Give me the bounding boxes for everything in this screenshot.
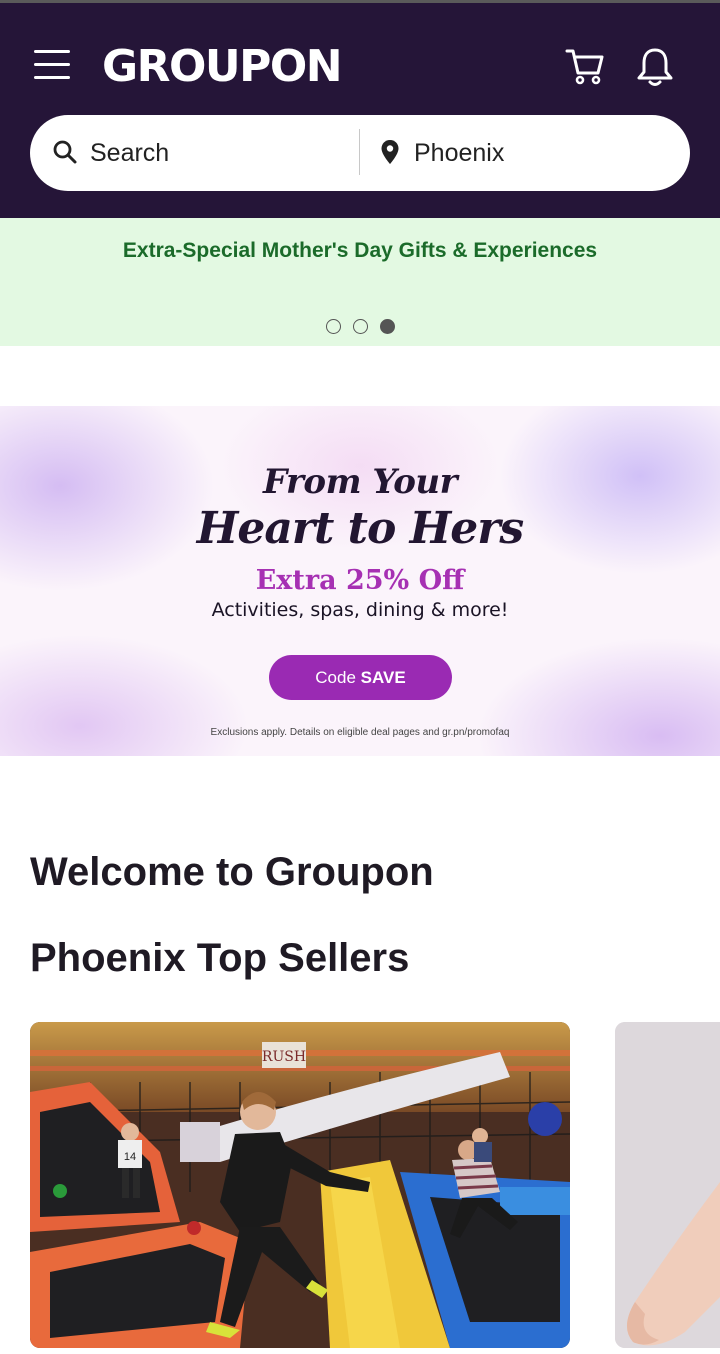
trampoline-park-photo: RUSH 14 — [30, 1022, 570, 1348]
notification-bell-icon[interactable] — [634, 45, 676, 89]
svg-text:14: 14 — [124, 1151, 136, 1163]
location-value: Phoenix — [414, 139, 505, 167]
deal-card[interactable] — [615, 1022, 720, 1348]
carousel-dot-3[interactable] — [379, 319, 395, 335]
banner-offer: Extra 25% Off — [255, 565, 465, 596]
hamburger-menu-icon[interactable] — [32, 47, 72, 83]
promo-code: SAVE — [360, 668, 406, 687]
welcome-heading: Welcome to Groupon — [30, 850, 434, 894]
banner-fine-print: Exclusions apply. Details on eligible de… — [210, 727, 510, 738]
location-input[interactable]: Phoenix — [360, 115, 690, 191]
deal-card[interactable]: RUSH 14 — [30, 1022, 570, 1348]
promo-link[interactable]: Extra-Special Mother's Day Gifts & Exper… — [0, 238, 720, 264]
groupon-logo[interactable]: GROUPON — [102, 41, 343, 93]
promo-carousel: Extra-Special Mother's Day Gifts & Exper… — [0, 218, 720, 346]
carousel-dot-1[interactable] — [325, 319, 341, 335]
promo-code-button[interactable]: Code SAVE — [269, 655, 452, 700]
banner-headline-1: From Your — [262, 462, 458, 502]
promo-code-prefix: Code — [315, 668, 356, 687]
groupon-home-page: GROUPON Search Phoenix Extra-Special Mot… — [0, 0, 720, 1354]
svg-text:RUSH: RUSH — [262, 1049, 306, 1065]
search-input[interactable]: Search — [30, 115, 360, 191]
banner-headline-2: Heart to Hers — [196, 503, 524, 554]
carousel-dots — [0, 318, 720, 336]
top-sellers-heading: Phoenix Top Sellers — [30, 936, 410, 980]
banner-subtext: Activities, spas, dining & more! — [211, 599, 509, 621]
search-icon — [53, 140, 77, 164]
shopping-cart-icon[interactable] — [564, 45, 606, 87]
spa-treatment-photo — [615, 1022, 720, 1348]
search-bar: Search Phoenix — [30, 115, 690, 191]
search-placeholder: Search — [90, 139, 170, 167]
mothers-day-banner[interactable]: From Your Heart to Hers Extra 25% Off Ac… — [0, 406, 720, 756]
carousel-dot-2[interactable] — [352, 319, 368, 335]
map-pin-icon — [381, 140, 399, 164]
top-header: GROUPON Search Phoenix — [0, 0, 720, 218]
